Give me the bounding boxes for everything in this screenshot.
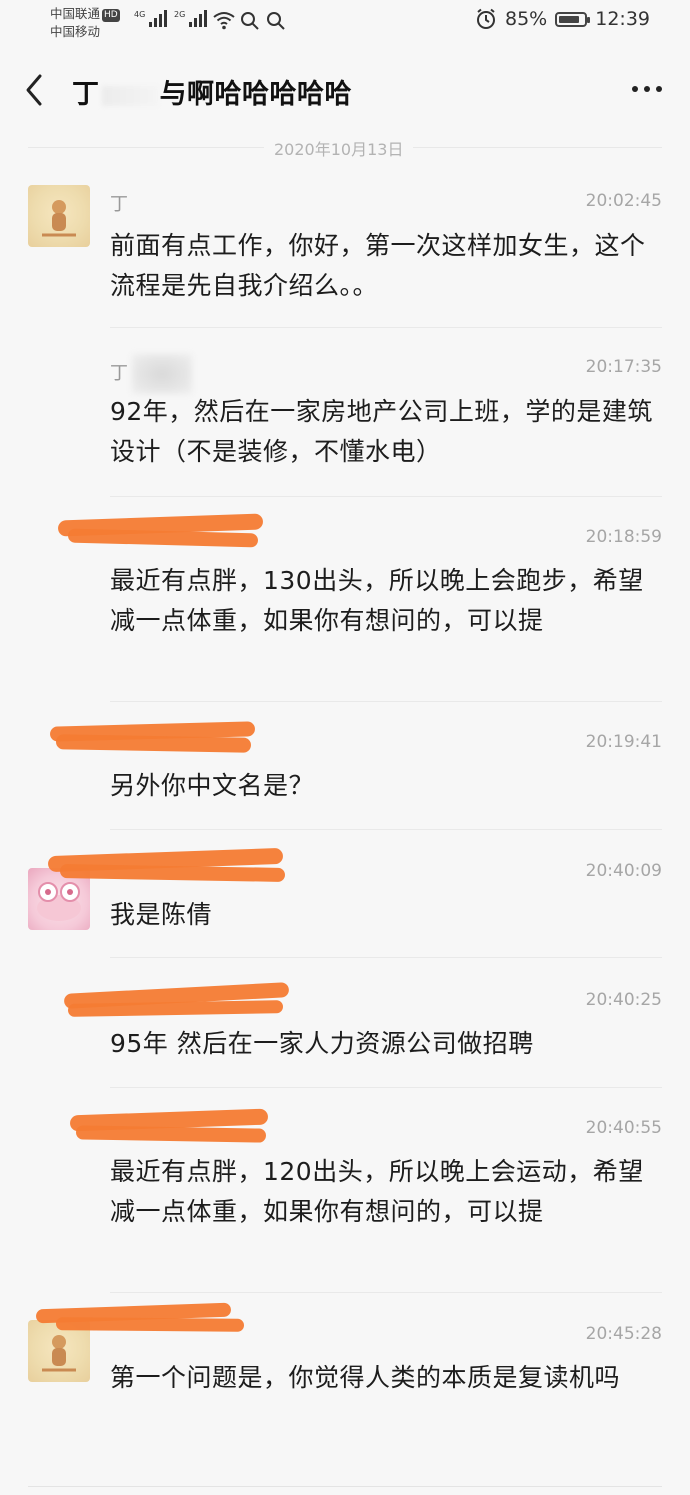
status-right: 85% 12:39 [475, 8, 650, 30]
carrier-1: 中国联通 [50, 6, 101, 21]
avatar[interactable] [28, 185, 90, 247]
chat-header: 丁与啊哈哈哈哈哈 [0, 52, 690, 130]
more-menu-icon[interactable] [632, 86, 662, 92]
message-time: 20:40:55 [585, 1118, 662, 1138]
date-divider: 2020年10月13日 [28, 132, 662, 162]
message-text: 前面有点工作，你好，第一次这样加女生，这个流程是先自我介绍么。。 [110, 231, 646, 300]
battery-percent: 85% [505, 8, 548, 30]
message-time: 20:19:41 [585, 732, 662, 752]
message-text: 另外你中文名是？ [110, 771, 315, 800]
message-time: 20:02:45 [585, 191, 662, 211]
divider [28, 1486, 662, 1487]
message-time: 20:45:28 [585, 1324, 662, 1344]
message-time: 20:18:59 [585, 527, 662, 547]
message-time: 20:40:09 [585, 861, 662, 881]
signal-2-icon: 2G [174, 10, 208, 27]
redacted-name [101, 85, 158, 106]
redacted-name [132, 354, 192, 394]
alarm-icon [477, 8, 495, 29]
sender-name: 丁 [110, 194, 128, 215]
search-status-icon-2 [267, 12, 285, 30]
back-arrow-icon[interactable] [18, 68, 56, 112]
message-text: 最近有点胖，130出头，所以晚上会跑步，希望减一点体重，如果你有想问的，可以提 [110, 566, 644, 635]
search-status-icon [241, 12, 259, 30]
sender-name: 丁 [110, 354, 192, 394]
wifi-icon [213, 12, 235, 30]
carrier-info: 中国联通 HD 中国移动 [50, 5, 120, 41]
clock: 12:39 [595, 8, 650, 30]
battery-icon [555, 11, 591, 27]
signal-1-icon: 4G [134, 10, 168, 27]
chat-title: 丁与啊哈哈哈哈哈 [72, 79, 352, 110]
message-text: 第一个问题是，你觉得人类的本质是复读机吗 [110, 1363, 621, 1392]
status-bar: 中国联通 HD 中国移动 4G 2G 85% 12:39 [0, 0, 690, 48]
message-time: 20:17:35 [585, 357, 662, 377]
message-text: 92年，然后在一家房地产公司上班，学的是建筑设计（不是装修，不懂水电） [110, 397, 653, 466]
message-text: 最近有点胖，120出头，所以晚上会运动，希望减一点体重，如果你有想问的，可以提 [110, 1157, 644, 1226]
message-text: 95年 然后在一家人力资源公司做招聘 [110, 1029, 534, 1058]
message-time: 20:40:25 [585, 990, 662, 1010]
carrier-2: 中国移动 [50, 24, 101, 39]
message-text: 我是陈倩 [110, 900, 213, 929]
hd-badge: HD [102, 9, 120, 22]
